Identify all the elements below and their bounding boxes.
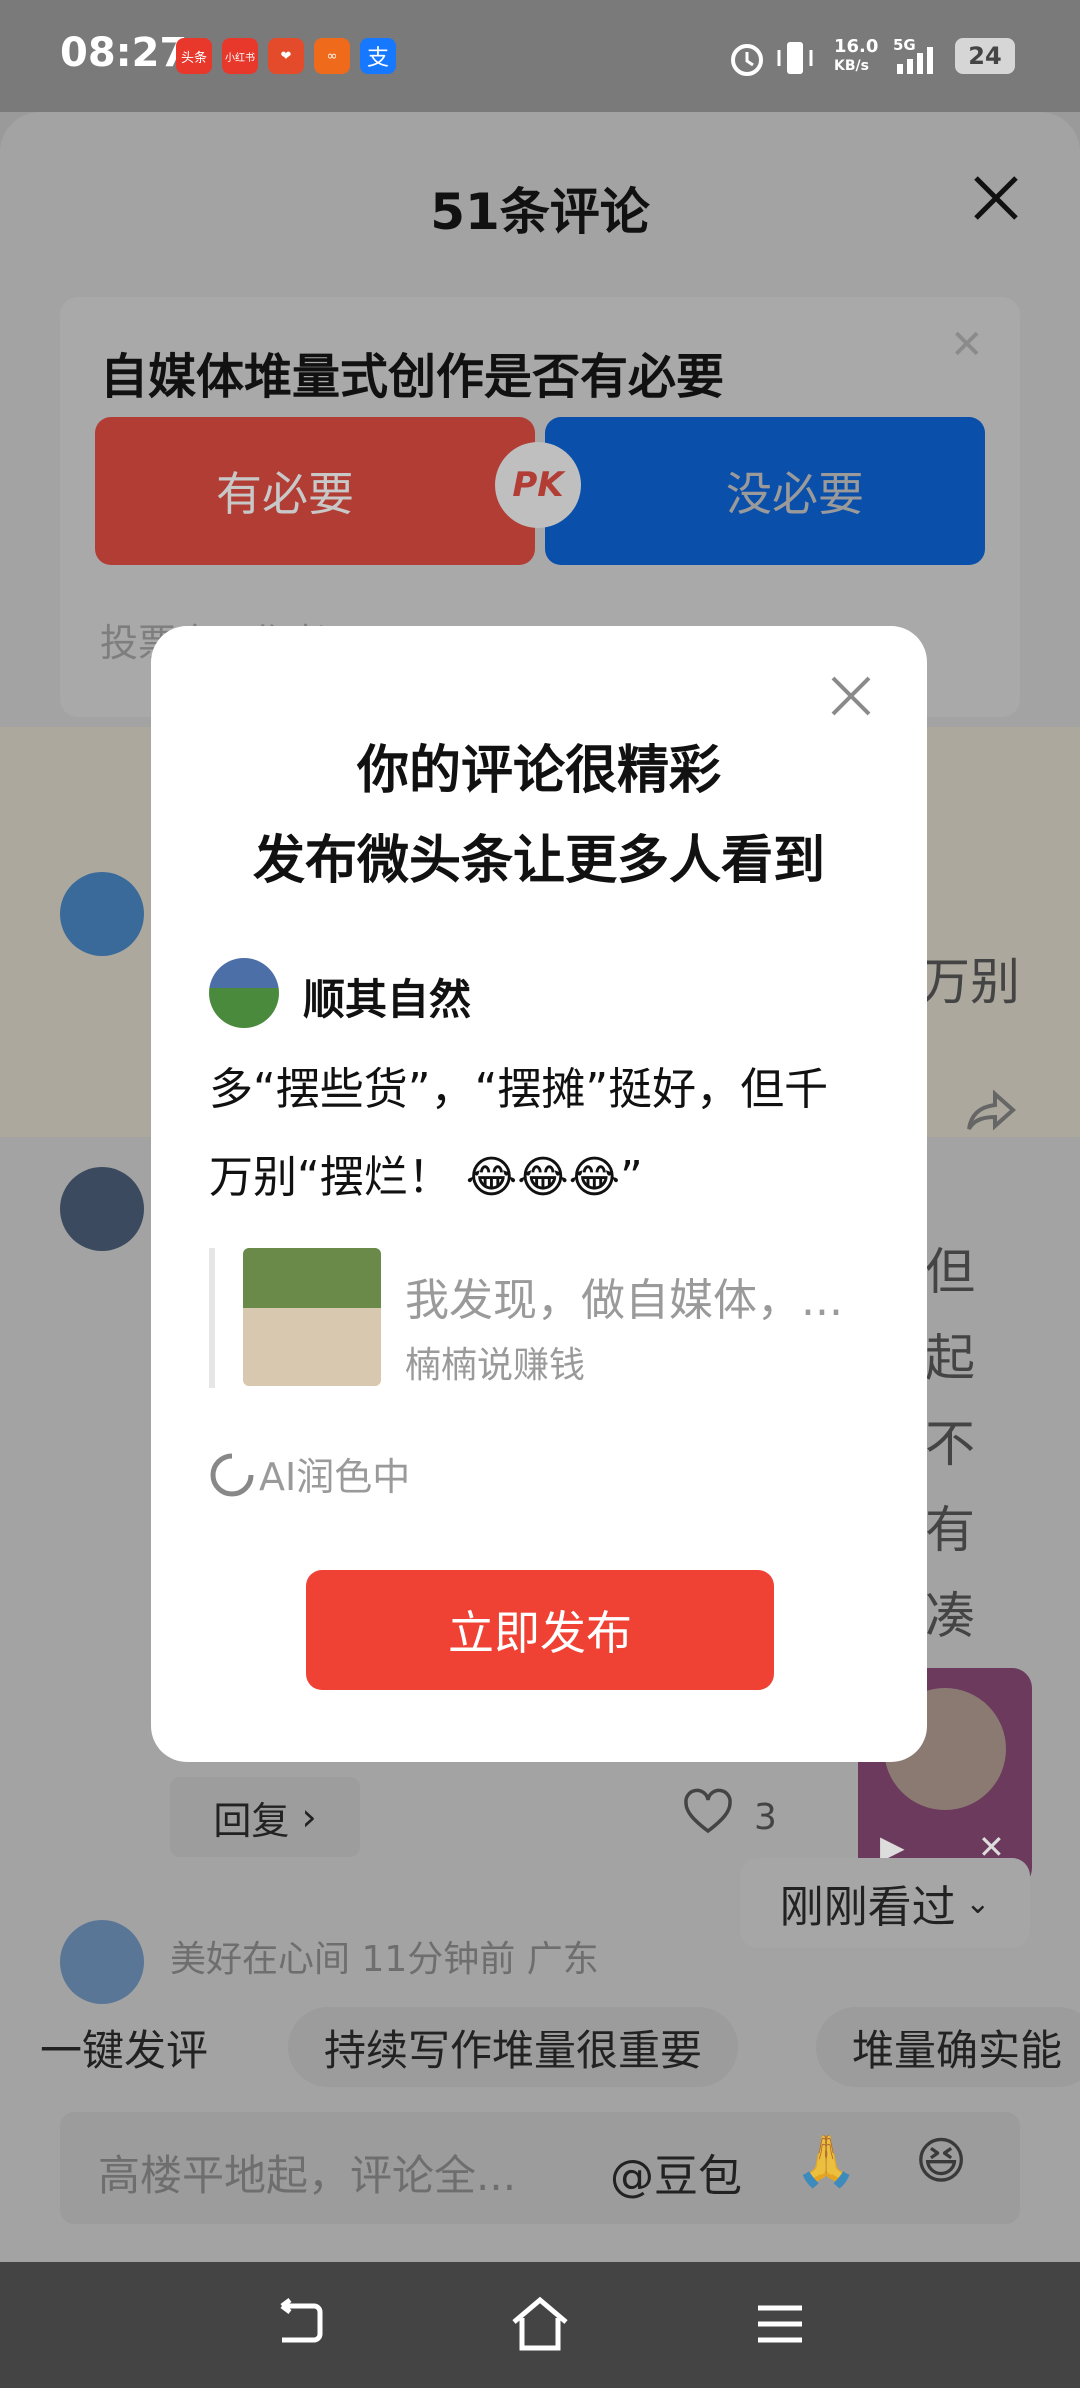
- comment-input-placeholder: 高楼平地起，评论全...: [98, 2151, 517, 2200]
- avatar[interactable]: [60, 1167, 144, 1251]
- dialog-title-line1: 你的评论很精彩: [356, 741, 721, 801]
- publish-dialog: 你的评论很精彩 发布微头条让更多人看到 顺其自然 多“摆些货”，“摆摊”挺好，但…: [151, 626, 927, 1762]
- share-icon[interactable]: [965, 1082, 1021, 1138]
- avatar[interactable]: [60, 1920, 144, 2004]
- vibrate-icon: [777, 42, 813, 74]
- status-time: 08:27: [60, 30, 188, 76]
- app-orange-icon: ∞: [314, 38, 350, 74]
- quick-comment-chip[interactable]: 堆量确实能: [816, 2007, 1080, 2087]
- quote-author: 楠楠说赚钱: [405, 1345, 586, 1386]
- pray-emoji-icon[interactable]: 🙏: [795, 2132, 857, 2191]
- comment-text-fragment: 万别: [920, 953, 1020, 1011]
- comment-text-fragment: 有: [925, 1501, 975, 1559]
- dialog-title-line2: 发布微头条让更多人看到: [252, 831, 825, 891]
- sheet-title: 51条评论: [430, 183, 650, 241]
- article-thumbnail: [243, 1248, 381, 1386]
- one-click-comment-label[interactable]: 一键发评: [40, 2007, 208, 2087]
- loading-spinner-icon: [210, 1453, 254, 1497]
- menu-icon[interactable]: [756, 2302, 804, 2346]
- toutiao-icon: 头条: [176, 38, 212, 74]
- recent-viewed-label: 刚刚看过: [779, 1882, 956, 1933]
- quick-comment-chip[interactable]: 持续写作堆量很重要: [288, 2007, 739, 2087]
- comment-text-fragment: 不: [925, 1415, 975, 1473]
- game-icon: ❤: [268, 38, 304, 74]
- signal-icon: [897, 47, 933, 74]
- battery-icon: 24: [955, 38, 1015, 74]
- back-icon[interactable]: [272, 2298, 328, 2350]
- comment-preview: 多“摆些货”，“摆摊”挺好，但千 万别“摆烂！ 😂😂😂”: [209, 1046, 889, 1222]
- xiaohongshu-icon: 小红书: [222, 38, 258, 74]
- comment-line: 多“摆些货”，“摆摊”挺好，但千: [209, 1064, 829, 1115]
- chevron-right-icon: ›: [289, 1795, 317, 1839]
- reply-button[interactable]: 回复 ›: [170, 1777, 360, 1857]
- ai-polish-status: AI润色中: [209, 1446, 410, 1501]
- ai-status-label: AI润色中: [259, 1455, 411, 1499]
- home-icon[interactable]: [510, 2296, 570, 2352]
- pk-badge: PK: [495, 442, 581, 528]
- status-bar: 08:27 头条 小红书 ❤ ∞ 支 16.0 KB/s 5G 24: [0, 0, 1080, 112]
- comment-text-fragment: 起: [925, 1329, 975, 1387]
- system-nav-bar: [0, 2262, 1080, 2388]
- publish-now-button[interactable]: 立即发布: [306, 1570, 774, 1690]
- vote-yes-button[interactable]: 有必要: [95, 417, 535, 565]
- close-icon[interactable]: [968, 170, 1024, 226]
- recent-viewed-button[interactable]: 刚刚看过 ⌄: [740, 1858, 1030, 1948]
- pk-question: 自媒体堆量式创作是否有必要: [100, 349, 725, 405]
- quoted-article[interactable]: 我发现，做自媒体，... 楠楠说赚钱: [209, 1248, 875, 1388]
- vote-no-button[interactable]: 没必要: [545, 417, 985, 565]
- reply-label: 回复: [213, 1798, 290, 1843]
- double-chevron-down-icon: ⌄: [955, 1885, 991, 1921]
- comment-input[interactable]: 高楼平地起，评论全... @豆包 🙏 😆: [60, 2112, 1020, 2224]
- alarm-icon: [731, 44, 763, 76]
- laugh-emoji-icon[interactable]: 😆: [915, 2132, 967, 2190]
- net-speed: 16.0: [834, 36, 879, 57]
- like-heart-icon[interactable]: [682, 1787, 734, 1839]
- avatar[interactable]: [60, 872, 144, 956]
- dialog-title: 你的评论很精彩 发布微头条让更多人看到: [151, 726, 927, 906]
- net-speed-unit: KB/s: [834, 58, 869, 74]
- comment-text-fragment: 但: [925, 1243, 975, 1301]
- comment-text-fragment: 凑: [925, 1587, 975, 1645]
- comment-line: 万别“摆烂！ 😂😂😂”: [209, 1152, 643, 1203]
- user-name: 顺其自然: [303, 975, 472, 1024]
- quick-comment-chips: 一键发评 持续写作堆量很重要 堆量确实能: [0, 2007, 1080, 2107]
- quote-text: 我发现，做自媒体，...: [405, 1275, 843, 1326]
- user-avatar: [209, 958, 279, 1028]
- like-count: 3: [754, 1797, 777, 1838]
- alipay-icon: 支: [360, 38, 396, 74]
- dialog-close-icon[interactable]: [829, 674, 873, 718]
- at-doubao-button[interactable]: @豆包: [610, 2140, 742, 2204]
- comment-meta: 美好在心间 11分钟前 广东: [170, 1939, 599, 1980]
- pk-close-icon[interactable]: ✕: [950, 322, 984, 368]
